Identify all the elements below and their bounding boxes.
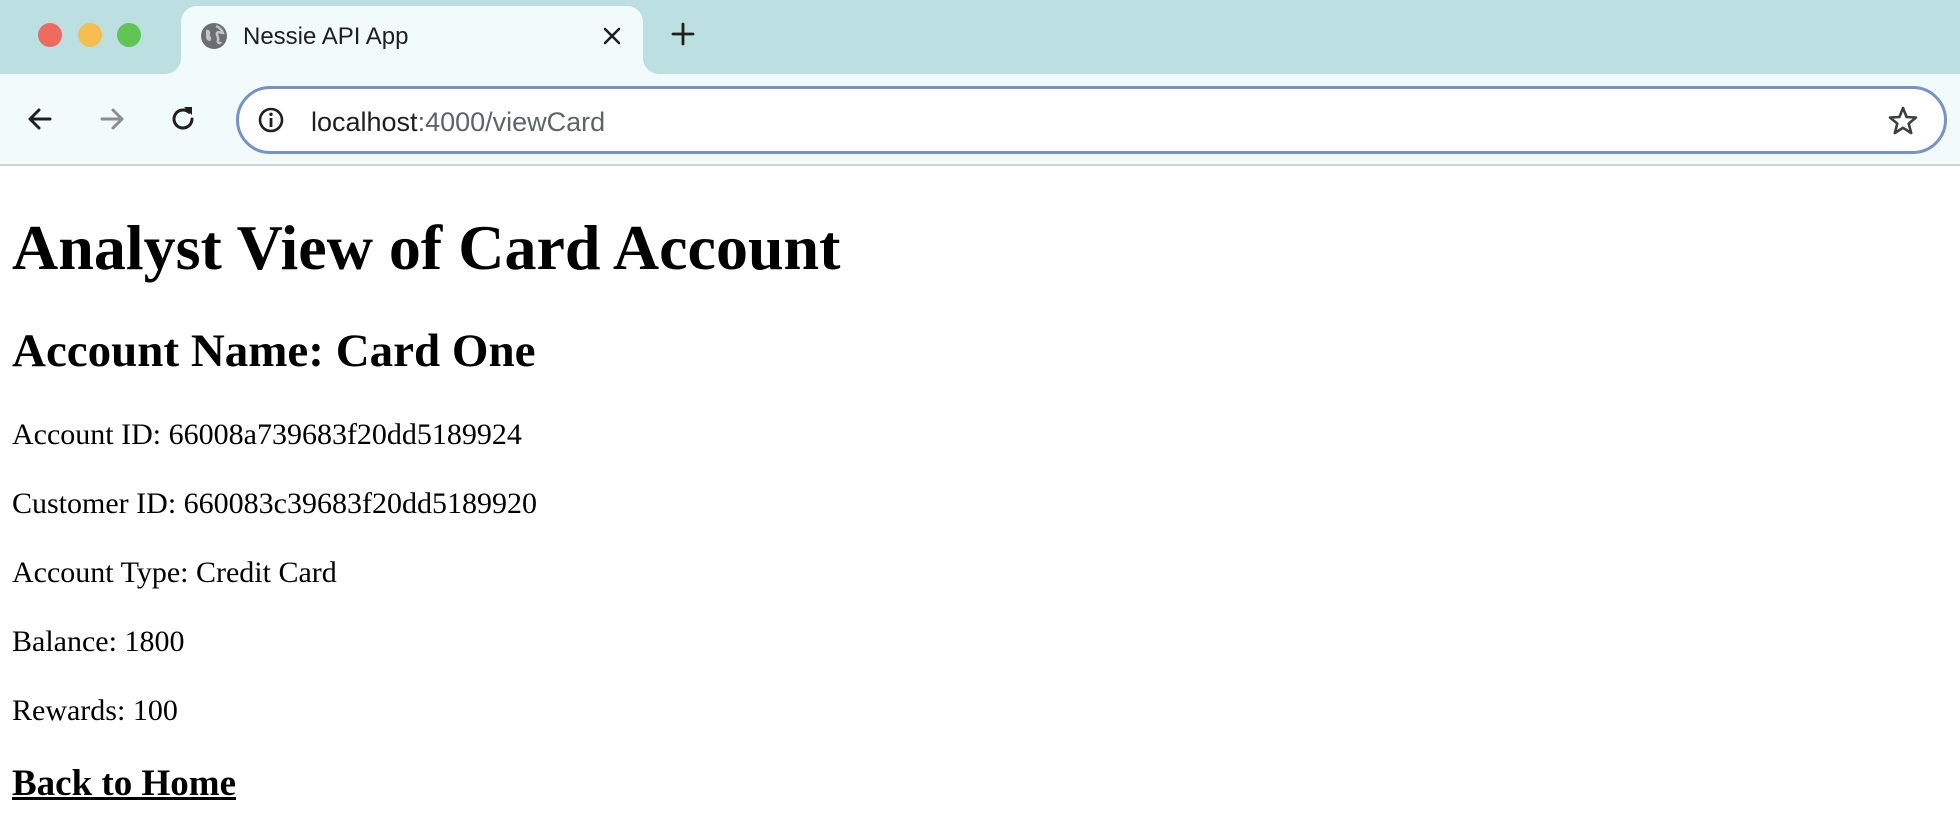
field-value: 66008a739683f20dd5189924 <box>168 418 522 451</box>
back-to-home-link[interactable]: Back to Home <box>12 762 236 805</box>
plus-icon[interactable] <box>668 19 698 49</box>
field-value: 100 <box>132 694 178 727</box>
field-value: Credit Card <box>195 556 337 589</box>
field-value: 1800 <box>124 625 185 658</box>
account-type-field: Account Type: Credit Card <box>12 556 337 590</box>
arrow-right-icon[interactable] <box>96 103 128 135</box>
field-label: Account Type: <box>12 556 196 589</box>
minimize-window-button[interactable] <box>78 23 102 47</box>
tab-title: Nessie API App <box>243 23 409 50</box>
field-value: 660083c39683f20dd5189920 <box>183 487 537 520</box>
info-icon[interactable] <box>257 106 285 134</box>
account-name-heading: Account Name: Card One <box>12 325 536 377</box>
field-label: Rewards: <box>12 694 133 727</box>
address-bar[interactable]: localhost:4000/viewCard <box>236 86 1947 154</box>
arrow-left-icon[interactable] <box>24 103 56 135</box>
field-label: Customer ID: <box>12 487 184 520</box>
maximize-window-button[interactable] <box>117 23 141 47</box>
customer-id-field: Customer ID: 660083c39683f20dd5189920 <box>12 487 537 521</box>
url-path: :4000/viewCard <box>417 107 606 137</box>
active-tab[interactable]: Nessie API App <box>181 6 643 74</box>
account-id-field: Account ID: 66008a739683f20dd5189924 <box>12 418 522 452</box>
reload-icon[interactable] <box>167 103 199 135</box>
field-label: Account ID: <box>12 418 169 451</box>
tab-strip: Nessie API App <box>0 0 1960 74</box>
page-title: Analyst View of Card Account <box>12 212 841 283</box>
field-label: Balance: <box>12 625 125 658</box>
url-host: localhost <box>311 107 418 137</box>
star-icon[interactable] <box>1886 104 1920 138</box>
balance-field: Balance: 1800 <box>12 625 184 659</box>
close-window-button[interactable] <box>38 23 62 47</box>
close-icon[interactable] <box>599 23 625 49</box>
rewards-field: Rewards: 100 <box>12 694 178 728</box>
browser-toolbar: localhost:4000/viewCard <box>0 74 1960 166</box>
url-text[interactable]: localhost:4000/viewCard <box>311 107 605 138</box>
globe-icon <box>199 21 229 51</box>
